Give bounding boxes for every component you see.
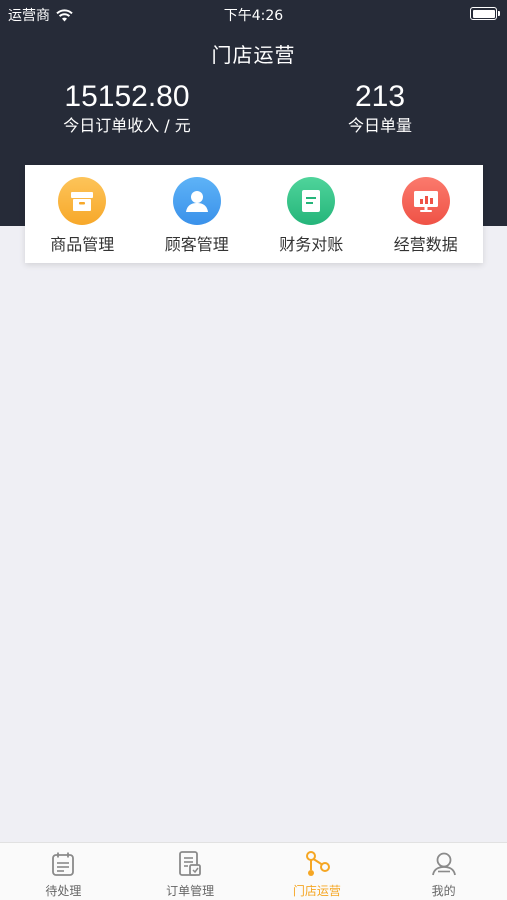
quick-action-finance[interactable]: 财务对账	[254, 165, 369, 263]
orders-stat[interactable]: 213 今日单量	[280, 80, 480, 137]
tab-pending[interactable]: 待处理	[0, 843, 127, 900]
tab-profile[interactable]: 我的	[380, 843, 507, 900]
quick-action-label: 顾客管理	[164, 235, 229, 254]
tab-bar: 待处理 订单管理 门店运营 我的	[0, 842, 507, 900]
tab-orders[interactable]: 订单管理	[127, 843, 254, 900]
order-list-icon	[179, 851, 202, 876]
nodes-icon	[305, 851, 330, 876]
quick-action-analytics[interactable]: 经营数据	[369, 165, 484, 263]
calendar-icon	[52, 852, 75, 876]
orders-value: 213	[354, 80, 406, 113]
tab-label: 我的	[431, 884, 456, 898]
page-title: 门店运营	[211, 43, 296, 67]
document-icon	[287, 177, 336, 225]
quick-action-label: 财务对账	[279, 235, 344, 254]
income-stat[interactable]: 15152.80 今日订单收入 / 元	[27, 80, 227, 137]
quick-action-customer[interactable]: 顾客管理	[140, 165, 255, 263]
income-value: 15152.80	[64, 80, 190, 113]
tab-label: 待处理	[45, 884, 82, 898]
tab-store-operations[interactable]: 门店运营	[254, 843, 381, 900]
user-icon	[172, 177, 221, 225]
profile-icon	[431, 852, 456, 876]
tab-label: 订单管理	[166, 884, 215, 898]
quick-action-label: 经营数据	[393, 235, 458, 254]
quick-actions-card: 商品管理 顾客管理 财务对账 经营数据	[25, 165, 483, 263]
quick-action-label: 商品管理	[50, 235, 115, 254]
tab-label: 门店运营	[292, 884, 341, 898]
chart-screen-icon	[401, 177, 450, 225]
status-bar: 运营商 下午4:26	[0, 0, 507, 28]
box-icon	[58, 177, 107, 225]
orders-label: 今日单量	[347, 116, 412, 135]
battery-icon	[470, 7, 500, 20]
status-time: 下午4:26	[223, 8, 284, 24]
quick-action-product[interactable]: 商品管理	[25, 165, 140, 263]
income-label: 今日订单收入 / 元	[63, 116, 191, 135]
